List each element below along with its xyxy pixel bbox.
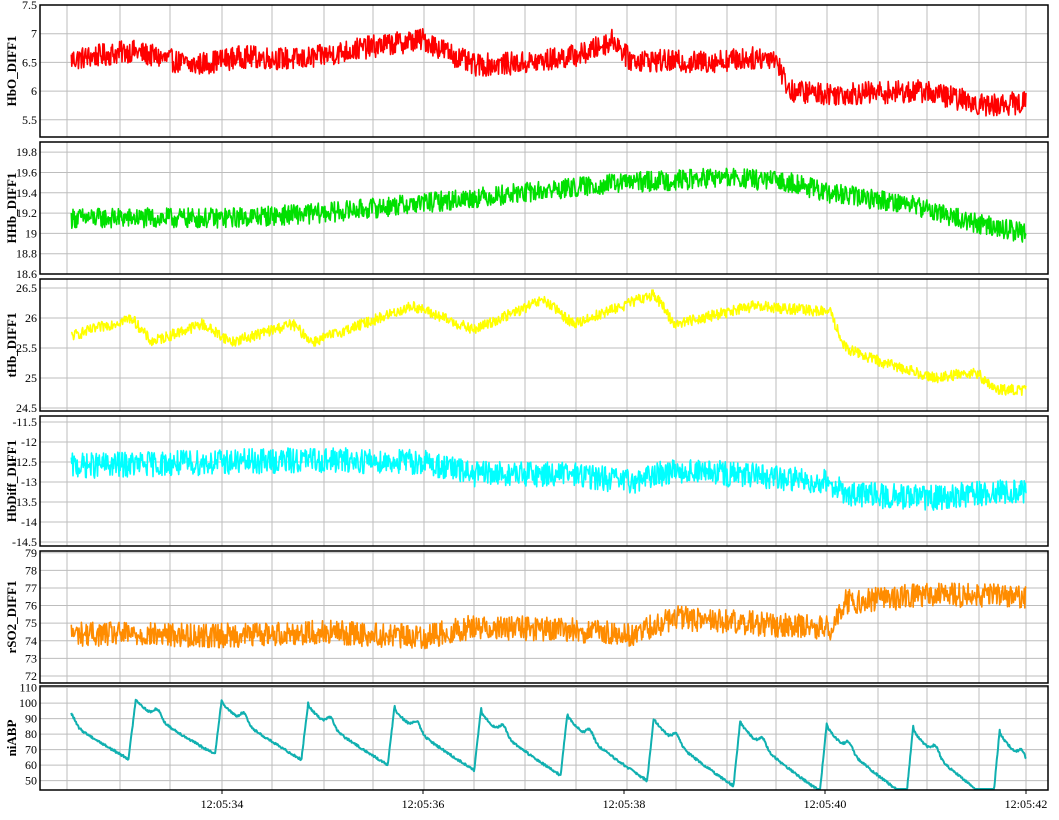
chart-panel-2: 26.5 26 25.5 25 24.5 tHb_DIFF1 [4,278,1049,415]
y-tick-label: 80 [25,727,37,741]
y-tick-label: 50 [25,774,37,788]
y-tick-label: 19 [25,226,37,240]
y-tick-label: 75 [25,616,37,630]
chart-canvas: 7.5 7 6.5 6 5.5HbO_DIFF1 19.8 19.6 19.4 19.2 19 18… [4,0,1049,811]
y-axis-label: rSO2_DIFF1 [4,581,19,654]
y-tick-label: 6 [31,84,37,98]
y-tick-label: 90 [25,712,37,726]
y-tick-label: 26 [25,311,37,325]
chart-panel-3: -11.5-12-12.5-13-13.5-14-14.5HbDiff_DIFF… [4,415,1049,549]
y-axis-label: tHb_DIFF1 [4,313,19,378]
plot-area [40,686,1048,790]
chart-panel-5: 110100 9080 7060 50 niABP 12:05:34 12:05:36 12:… [4,681,1049,811]
y-tick-label: 100 [19,696,37,710]
y-axis-label: HbDiff_DIFF1 [4,440,19,522]
y-tick-label: 74 [25,634,37,648]
y-tick-label: 5.5 [22,113,37,127]
x-tick-label: 12:05:40 [804,797,847,811]
stacked-signal-charts: 7.5 7 6.5 6 5.5 HbO_DIFF1 19.8 19.6 19.4 19.2 19 18… [0,0,1059,815]
chart-panel-0: 7.5 7 6.5 6 5.5HbO_DIFF1 [4,0,1049,138]
y-tick-label: -11.5 [12,415,37,429]
y-tick-label: 77 [25,581,37,595]
y-axis-label: HbO_DIFF1 [4,36,19,107]
y-tick-label: 19.6 [16,165,37,179]
y-tick-label: 76 [25,599,37,613]
y-tick-label: 7.5 [22,0,37,12]
y-tick-label: 70 [25,743,37,757]
x-tick-label: 12:05:38 [603,797,646,811]
y-axis-label: HHb_DIFF1 [4,173,19,244]
y-tick-label: 25.5 [16,341,37,355]
y-tick-label: 24.5 [16,401,37,415]
y-tick-label: 19.4 [16,186,37,200]
y-tick-label: 19.2 [16,206,37,220]
y-tick-label: 18.6 [16,267,37,281]
y-tick-label: 7 [31,27,37,41]
y-tick-label: 18.8 [16,247,37,261]
y-tick-label: 19.8 [16,145,37,159]
chart-panel-1: 19.8 19.6 19.4 19.2 19 18.8 18.6 HHb_DIFF1 [4,141,1049,281]
y-tick-label: 79 [25,546,37,560]
x-tick-label: 12:05:42 [1005,797,1048,811]
y-tick-label: 6.5 [22,55,37,69]
y-tick-label: -14 [21,515,37,529]
x-tick-label: 12:05:36 [402,797,445,811]
y-tick-label: -13 [21,475,37,489]
x-tick-label: 12:05:34 [201,797,244,811]
y-tick-label: 73 [25,651,37,665]
y-axis-label: niABP [4,720,19,757]
chart-panel-4: 7978777675747372rSO2_DIFF1 [4,546,1049,684]
y-tick-label: 25 [25,371,37,385]
y-tick-label: 78 [25,563,37,577]
y-tick-label: -12 [21,435,37,449]
y-tick-label: 26.5 [16,281,37,295]
y-tick-label: 110 [19,681,37,695]
y-tick-label: 60 [25,758,37,772]
